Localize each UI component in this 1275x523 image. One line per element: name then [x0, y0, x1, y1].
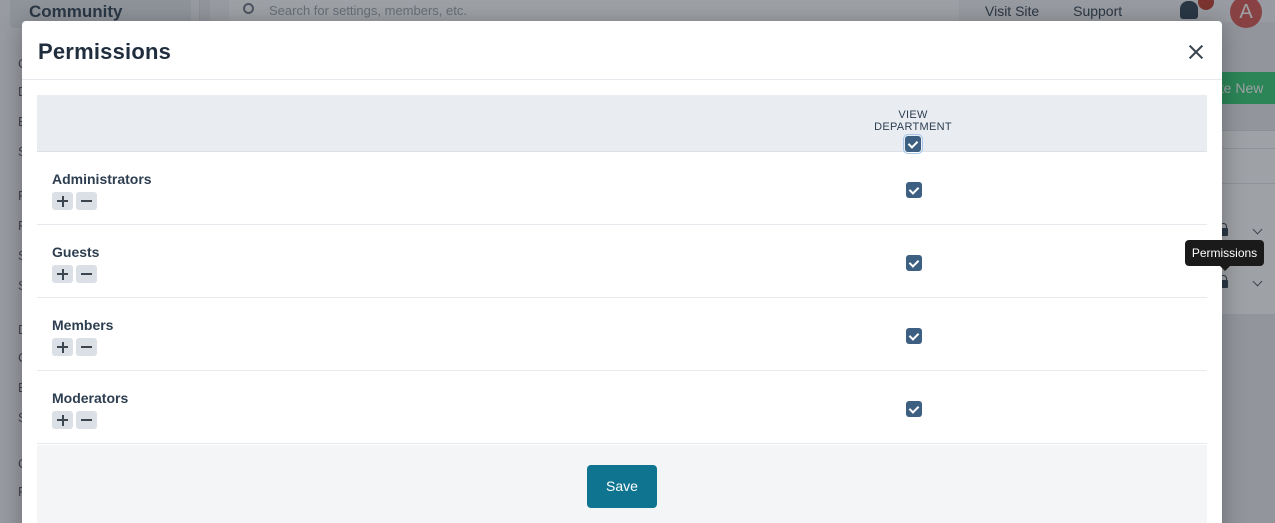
modal-footer: Save	[37, 445, 1207, 523]
column-header-label: VIEW DEPARTMENT	[874, 109, 952, 133]
grant-all-button[interactable]	[52, 411, 73, 429]
group-name: Moderators	[52, 390, 129, 406]
table-row: Guests	[37, 225, 1207, 298]
row-buttons	[52, 192, 100, 210]
table-row: Moderators	[37, 371, 1207, 444]
modal-title: Permissions	[38, 39, 172, 64]
save-button[interactable]: Save	[587, 465, 657, 508]
view-department-checkbox[interactable]	[906, 182, 922, 198]
group-name: Members	[52, 317, 114, 333]
row-buttons	[52, 338, 100, 356]
row-buttons	[52, 411, 100, 429]
permissions-table: VIEW DEPARTMENT Administrators Guests Me…	[37, 95, 1207, 444]
group-name: Guests	[52, 244, 100, 260]
modal-header: Permissions	[22, 21, 1222, 80]
select-all-checkbox[interactable]	[903, 134, 923, 154]
revoke-all-button[interactable]	[76, 192, 97, 210]
permissions-tooltip: Permissions	[1185, 240, 1264, 271]
view-department-checkbox[interactable]	[906, 401, 922, 417]
group-name: Administrators	[52, 171, 152, 187]
view-department-checkbox[interactable]	[906, 255, 922, 271]
grant-all-button[interactable]	[52, 265, 73, 283]
row-buttons	[52, 265, 100, 283]
grant-all-button[interactable]	[52, 192, 73, 210]
table-row: Administrators	[37, 152, 1207, 225]
table-row: Members	[37, 298, 1207, 371]
close-button[interactable]	[1186, 42, 1206, 62]
revoke-all-button[interactable]	[76, 265, 97, 283]
column-header-view-department: VIEW DEPARTMENT	[863, 109, 963, 157]
revoke-all-button[interactable]	[76, 411, 97, 429]
view-department-checkbox[interactable]	[906, 328, 922, 344]
grant-all-button[interactable]	[52, 338, 73, 356]
revoke-all-button[interactable]	[76, 338, 97, 356]
permissions-modal: Permissions VIEW DEPARTMENT Administrato…	[22, 21, 1222, 523]
table-header: VIEW DEPARTMENT	[37, 95, 1207, 154]
